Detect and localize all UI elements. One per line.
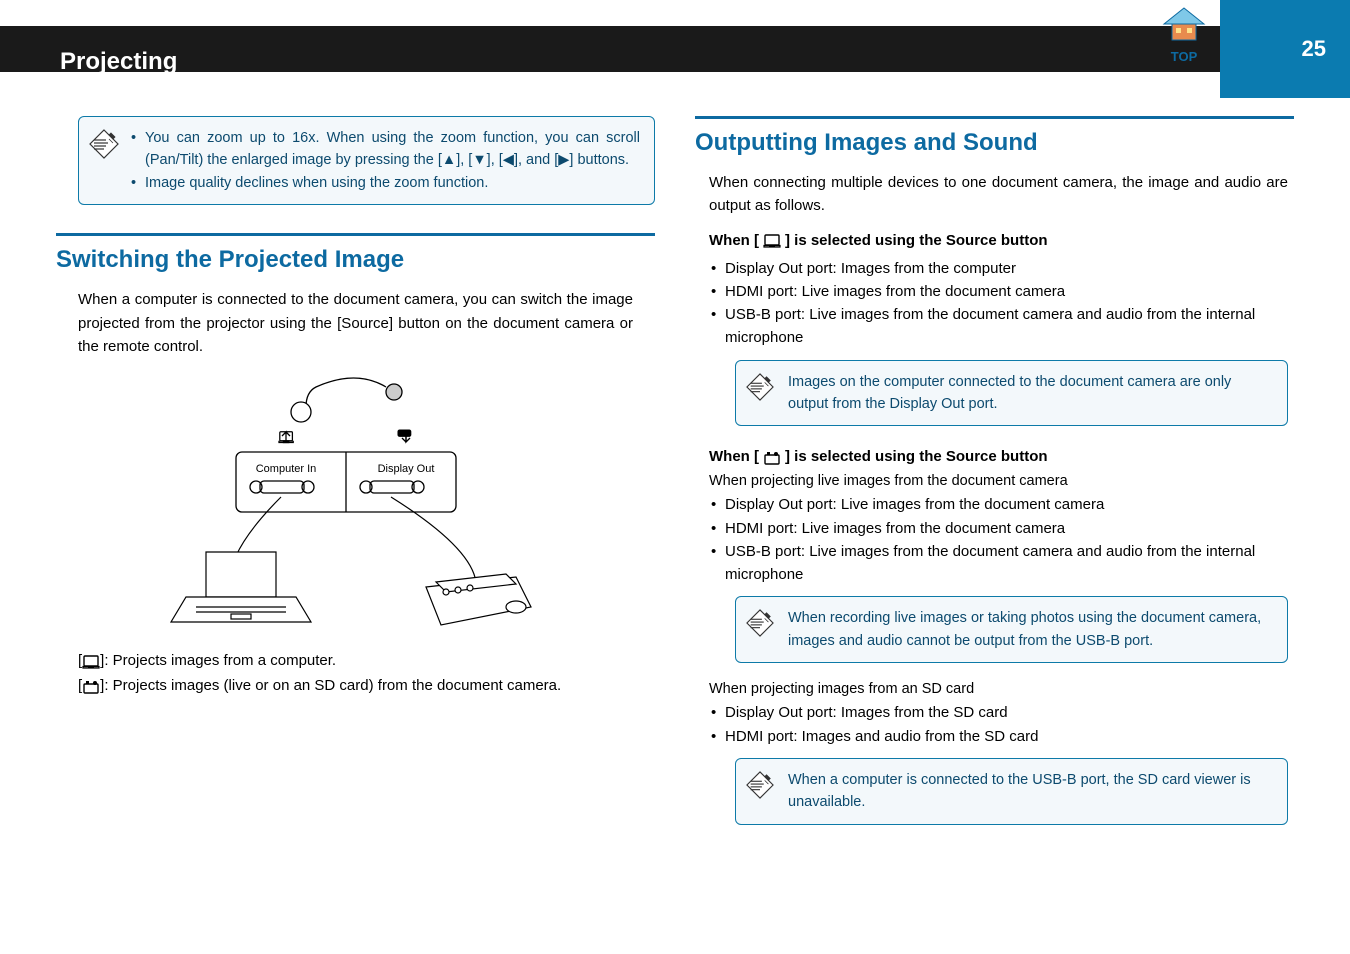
- camera-icon: [763, 449, 781, 465]
- def-computer: []: Projects images from a computer.: [78, 650, 633, 673]
- connection-diagram: Computer In Display Out: [56, 372, 655, 632]
- note-zoom-item1: You can zoom up to 16x. When using the z…: [131, 127, 640, 172]
- page-title: Projecting: [60, 48, 1290, 76]
- content-columns: You can zoom up to 16x. When using the z…: [0, 72, 1350, 859]
- cam-intro-live: When projecting live images from the doc…: [709, 473, 1280, 489]
- note-zoom-item2: Image quality declines when using the zo…: [131, 172, 640, 194]
- note-displayout: Images on the computer connected to the …: [735, 360, 1288, 427]
- note-zoom: You can zoom up to 16x. When using the z…: [78, 116, 655, 205]
- note-icon: [746, 609, 774, 637]
- bullets-cam-live: Display Out port: Live images from the d…: [709, 493, 1280, 586]
- switching-intro: When a computer is connected to the docu…: [78, 288, 633, 358]
- note-icon: [746, 771, 774, 799]
- left-column: You can zoom up to 16x. When using the z…: [56, 116, 655, 839]
- sd-intro: When projecting images from an SD card: [709, 681, 1280, 697]
- output-intro: When connecting multiple devices to one …: [709, 171, 1288, 218]
- note-icon: [89, 129, 119, 159]
- right-column: Outputting Images and Sound When connect…: [695, 116, 1294, 839]
- pc-icon: [763, 233, 781, 248]
- top-home-icon[interactable]: TOP: [1156, 6, 1212, 64]
- bullets-pc-source: Display Out port: Images from the comput…: [709, 257, 1280, 350]
- note-recording: When recording live images or taking pho…: [735, 596, 1288, 663]
- subhead-pc-source: When [] is selected using the Source but…: [709, 232, 1280, 249]
- heading-switching: Switching the Projected Image: [56, 233, 655, 274]
- page-number: 25: [1220, 0, 1350, 98]
- bullets-sd: Display Out port: Images from the SD car…: [709, 701, 1280, 748]
- def-camera: []: Projects images (live or on an SD ca…: [78, 675, 633, 698]
- label-computer-in: Computer In: [255, 463, 316, 475]
- page-header: Projecting TOP 25: [0, 0, 1350, 72]
- note-sdcard: When a computer is connected to the USB-…: [735, 758, 1288, 825]
- top-label: TOP: [1156, 49, 1212, 64]
- pc-icon: [82, 654, 100, 669]
- subhead-cam-source: When [] is selected using the Source but…: [709, 448, 1280, 465]
- camera-icon: [82, 678, 100, 694]
- heading-outputting: Outputting Images and Sound: [695, 116, 1294, 157]
- note-icon: [746, 373, 774, 401]
- label-display-out: Display Out: [377, 463, 434, 475]
